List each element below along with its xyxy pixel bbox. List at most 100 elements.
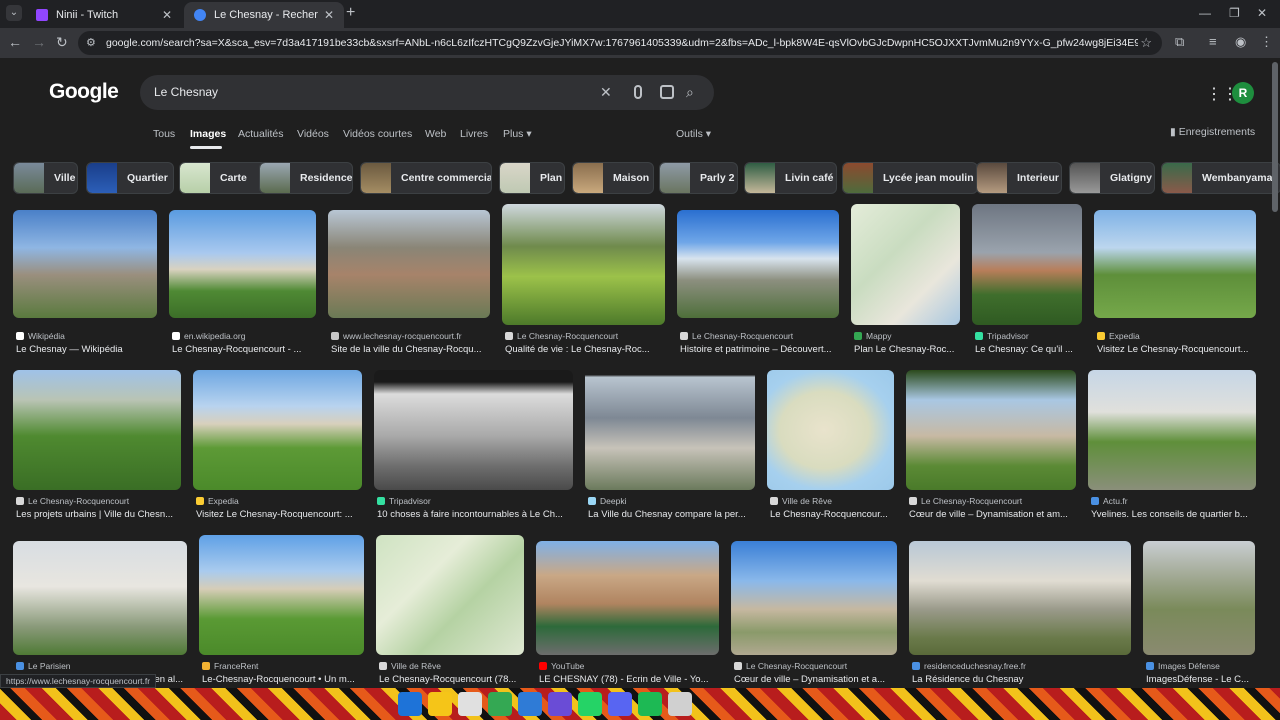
tab-web[interactable]: Web [425, 128, 446, 140]
result-source[interactable]: en.wikipedia.org [172, 331, 245, 341]
result-source[interactable]: Tripadvisor [975, 331, 1029, 341]
result-source[interactable]: Ville de Rêve [770, 496, 832, 506]
result-title[interactable]: La Résidence du Chesnay [912, 674, 1131, 685]
start-icon[interactable] [398, 692, 422, 716]
close-icon[interactable]: ✕ [162, 8, 172, 22]
extensions-icon[interactable]: ⧉ [1175, 34, 1184, 50]
app-icon[interactable] [458, 692, 482, 716]
result-title[interactable]: LE CHESNAY (78) - Ecrin de Ville - Yo... [539, 674, 719, 685]
result-source[interactable]: Le Parisien [16, 661, 71, 671]
result-thumbnail[interactable] [906, 370, 1076, 490]
result-thumbnail[interactable] [909, 541, 1131, 655]
result-source[interactable]: Expedia [196, 496, 239, 506]
result-source[interactable]: Images Défense [1146, 661, 1220, 671]
image-result[interactable]: Images Défense ImagesDéfense - Le C... [1143, 535, 1255, 687]
result-source[interactable]: Le Chesnay-Rocquencourt [909, 496, 1022, 506]
result-title[interactable]: La Ville du Chesnay compare la per... [588, 509, 755, 520]
reload-icon[interactable]: ↻ [56, 34, 68, 50]
image-result[interactable]: Tripadvisor Le Chesnay: Ce qu'il ... [972, 204, 1082, 360]
new-tab-icon[interactable]: + [346, 5, 355, 21]
chip[interactable]: Interieur [976, 162, 1062, 194]
result-title[interactable]: Le Chesnay-Rocquencourt - ... [172, 344, 319, 355]
image-result[interactable]: Ville de Rêve Le Chesnay-Rocquencourt (7… [376, 535, 524, 687]
tab-books[interactable]: Livres [460, 128, 488, 140]
result-title[interactable]: Le Chesnay-Rocquencour... [770, 509, 894, 520]
result-thumbnail[interactable] [1088, 370, 1256, 490]
result-thumbnail[interactable] [502, 204, 665, 325]
result-thumbnail[interactable] [328, 210, 490, 318]
chip[interactable]: Quartier [86, 162, 174, 194]
image-result[interactable]: www.lechesnay-rocquencourt.fr Site de la… [328, 210, 490, 360]
tab-videos[interactable]: Vidéos [297, 128, 329, 140]
image-result[interactable]: Mappy Plan Le Chesnay-Roc... [851, 204, 960, 360]
chip[interactable]: Ville [13, 162, 78, 194]
result-source[interactable]: www.lechesnay-rocquencourt.fr [331, 331, 462, 341]
result-thumbnail[interactable] [199, 535, 364, 655]
result-title[interactable]: Le Chesnay-Rocquencourt (78... [379, 674, 524, 685]
result-thumbnail[interactable] [193, 370, 362, 490]
tab-more[interactable]: Plus ▾ [503, 128, 532, 140]
image-result[interactable]: Actu.fr Yvelines. Les conseils de quarti… [1088, 370, 1256, 525]
minimize-icon[interactable]: — [1199, 6, 1211, 20]
result-thumbnail[interactable] [376, 535, 524, 655]
result-title[interactable]: ImagesDéfense - Le C... [1146, 674, 1255, 685]
image-result[interactable]: Le Chesnay-Rocquencourt Qualité de vie :… [502, 204, 665, 360]
chip[interactable]: Parly 2 [659, 162, 738, 194]
image-result[interactable]: Le Chesnay-Rocquencourt Les projets urba… [13, 370, 181, 525]
image-result[interactable]: Le Chesnay-Rocquencourt Cœur de ville – … [906, 370, 1076, 525]
chrome-icon[interactable] [488, 692, 512, 716]
url-text[interactable]: google.com/search?sa=X&sca_esv=7d3a41719… [106, 37, 1138, 49]
search-box[interactable]: Le Chesnay ✕ ⌕ [140, 75, 714, 110]
menu-icon[interactable]: ⋮ [1260, 34, 1273, 50]
bookmark-star-icon[interactable]: ☆ [1140, 35, 1152, 51]
saves-link[interactable]: ▮ Enregistrements [1170, 126, 1255, 138]
result-title[interactable]: Le Chesnay: Ce qu'il ... [975, 344, 1082, 355]
whatsapp-icon[interactable] [578, 692, 602, 716]
image-result[interactable]: Le Chesnay-Rocquencourt Histoire et patr… [677, 210, 839, 360]
result-thumbnail[interactable] [169, 210, 316, 318]
result-source[interactable]: Wikipédia [16, 331, 65, 341]
microphone-icon[interactable] [634, 85, 642, 99]
tab-news[interactable]: Actualités [238, 128, 284, 140]
image-result[interactable]: residenceduchesnay.free.fr La Résidence … [909, 535, 1131, 687]
site-info-icon[interactable]: ⚙ [86, 36, 96, 49]
result-source[interactable]: Expedia [1097, 331, 1140, 341]
result-thumbnail[interactable] [767, 370, 894, 490]
app-icon[interactable] [518, 692, 542, 716]
image-result[interactable]: Expedia Visitez Le Chesnay-Rocquencourt.… [1094, 210, 1256, 360]
address-bar[interactable]: ⚙ google.com/search?sa=X&sca_esv=7d3a417… [78, 31, 1162, 55]
result-source[interactable]: Le Chesnay-Rocquencourt [734, 661, 847, 671]
app-icon[interactable] [668, 692, 692, 716]
chip[interactable]: Maison [572, 162, 654, 194]
chip[interactable]: Wembanyama [1161, 162, 1280, 194]
tab-twitch[interactable]: Ninii - Twitch ✕ [26, 2, 182, 28]
tab-search-button[interactable]: ⌄ [6, 5, 22, 21]
profile-icon[interactable]: ◉ [1235, 34, 1246, 50]
result-thumbnail[interactable] [536, 541, 719, 655]
result-thumbnail[interactable] [1143, 541, 1255, 655]
result-thumbnail[interactable] [1094, 210, 1256, 318]
chip[interactable]: Plan [499, 162, 565, 194]
tab-google[interactable]: Le Chesnay - Recherche Google ✕ [184, 2, 344, 28]
result-thumbnail[interactable] [731, 541, 897, 655]
result-title[interactable]: 10 choses à faire incontournables à Le C… [377, 509, 573, 520]
result-thumbnail[interactable] [677, 210, 839, 318]
lens-icon[interactable] [660, 85, 674, 99]
page-scrollbar[interactable] [1272, 62, 1278, 212]
image-result[interactable]: FranceRent Le-Chesnay-Rocquencourt • Un … [199, 535, 364, 687]
discord-icon[interactable] [608, 692, 632, 716]
result-thumbnail[interactable] [13, 210, 157, 318]
chip[interactable]: Lycée jean moulin [842, 162, 978, 194]
result-source[interactable]: FranceRent [202, 661, 258, 671]
search-icon[interactable]: ⌕ [686, 84, 694, 100]
result-thumbnail[interactable] [374, 370, 573, 490]
google-logo[interactable]: Google [49, 80, 119, 104]
image-result[interactable]: Le Chesnay-Rocquencourt Cœur de ville – … [731, 535, 897, 687]
image-result[interactable]: Tripadvisor 10 choses à faire incontourn… [374, 370, 573, 525]
result-title[interactable]: Site de la ville du Chesnay-Rocqu... [331, 344, 491, 355]
clear-icon[interactable]: ✕ [600, 84, 612, 100]
result-title[interactable]: Qualité de vie : Le Chesnay-Roc... [505, 344, 665, 355]
tools-button[interactable]: Outils ▾ [676, 128, 711, 140]
tab-all[interactable]: Tous [153, 128, 175, 140]
result-title[interactable]: Le-Chesnay-Rocquencourt • Un m... [202, 674, 364, 685]
